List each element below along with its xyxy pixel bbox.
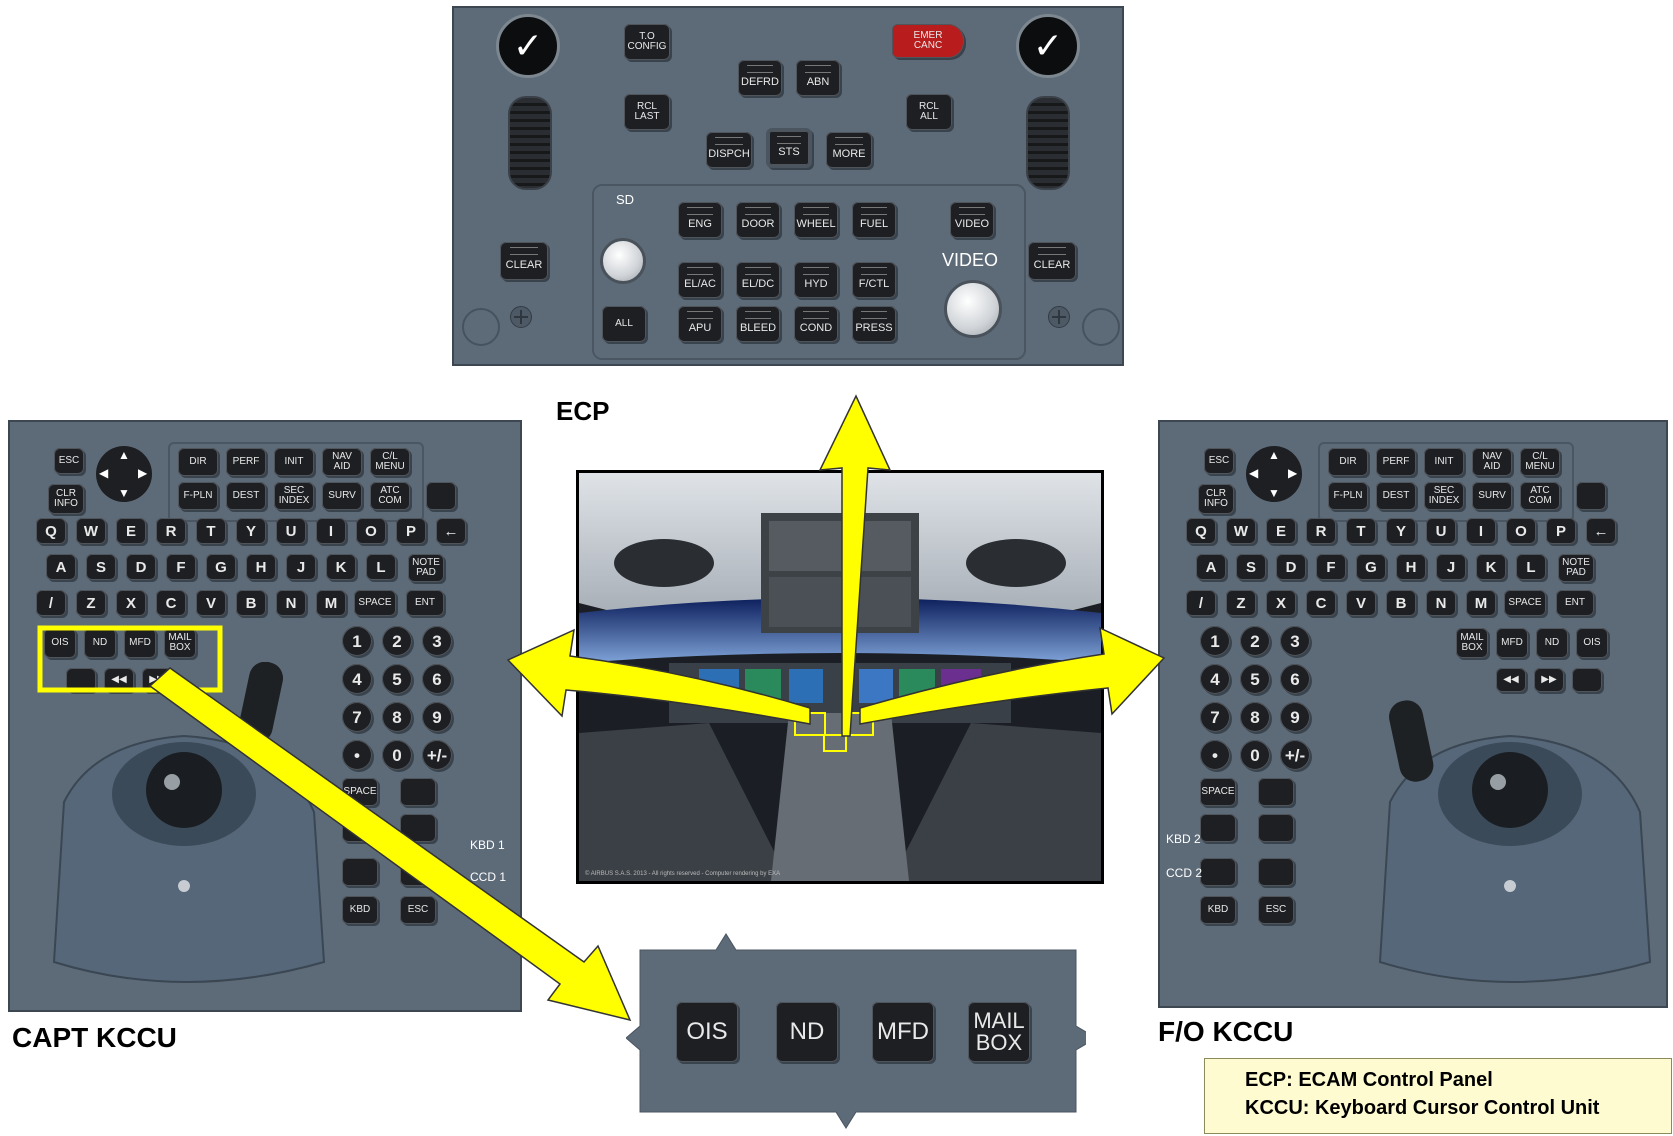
zoom-nd-key[interactable]: ND	[776, 1002, 838, 1062]
arrow-to-capt-kccu	[506, 628, 811, 725]
zoom-mfd-key[interactable]: MFD	[872, 1002, 934, 1062]
display-keys-highlight	[37, 625, 223, 693]
zoom-mail-box-key[interactable]: MAIL BOX	[968, 1002, 1030, 1062]
arrow-to-zoom	[148, 667, 632, 1022]
arrow-to-fo-kccu	[859, 626, 1166, 725]
zoom-ois-key[interactable]: OIS	[676, 1002, 738, 1062]
legend-line-kccu: KCCU: Keyboard Cursor Control Unit	[1245, 1097, 1600, 1119]
legend-line-ecp: ECP: ECAM Control Panel	[1245, 1069, 1493, 1091]
legend-box: ECP: ECAM Control Panel KCCU: Keyboard C…	[1204, 1058, 1672, 1134]
arrow-to-ecp	[818, 394, 892, 737]
